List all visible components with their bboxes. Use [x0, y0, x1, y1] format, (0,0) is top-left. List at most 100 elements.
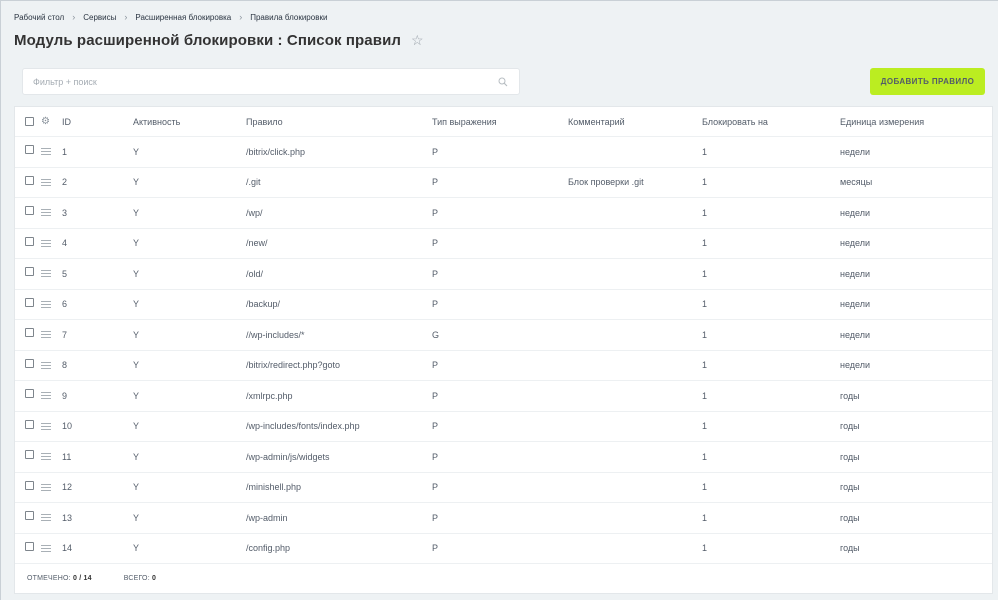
- cell-unit: недели: [840, 268, 871, 279]
- table-row[interactable]: 13 Y /wp-admin P 1 годы: [15, 503, 992, 534]
- table-body: 1 Y /bitrix/click.php P 1 недели 2 Y /.g…: [15, 137, 992, 564]
- cell-type: P: [432, 177, 439, 188]
- breadcrumb-blocking-rules[interactable]: Правила блокировки: [250, 13, 327, 22]
- row-menu-icon[interactable]: [41, 392, 51, 400]
- row-menu-icon[interactable]: [41, 239, 51, 247]
- cell-active: Y: [133, 451, 140, 462]
- cell-rule: //wp-includes/*: [246, 329, 305, 340]
- row-checkbox[interactable]: [25, 236, 34, 246]
- table-row[interactable]: 2 Y /.git P Блок проверки .git 1 месяцы: [15, 168, 992, 198]
- cell-block: 1: [702, 268, 708, 279]
- row-checkbox[interactable]: [25, 480, 34, 490]
- cell-unit: годы: [840, 421, 860, 432]
- breadcrumb-advanced-blocking[interactable]: Расширенная блокировка: [135, 13, 231, 22]
- row-menu-icon[interactable]: [41, 422, 51, 430]
- gear-icon[interactable]: ⚙: [41, 116, 50, 127]
- column-header-type[interactable]: Тип выражения: [432, 107, 497, 136]
- cell-block: 1: [702, 390, 708, 401]
- cell-rule: /.git: [246, 177, 261, 188]
- column-header-rule[interactable]: Правило: [246, 107, 283, 136]
- cell-active: Y: [133, 146, 140, 157]
- checked-label: ОТМЕЧЕНО:: [27, 574, 71, 582]
- column-header-active[interactable]: Активность: [133, 107, 180, 136]
- cell-id: 2: [62, 177, 68, 188]
- cell-rule: /bitrix/click.php: [246, 146, 306, 157]
- row-menu-icon[interactable]: [41, 300, 51, 308]
- table-row[interactable]: 3 Y /wp/ P 1 недели: [15, 198, 992, 229]
- cell-id: 6: [62, 299, 68, 310]
- row-checkbox[interactable]: [25, 358, 34, 368]
- table-row[interactable]: 1 Y /bitrix/click.php P 1 недели: [15, 137, 992, 168]
- search-icon[interactable]: [497, 76, 509, 88]
- cell-rule: /wp-admin/js/widgets: [246, 451, 330, 462]
- row-menu-icon[interactable]: [41, 270, 51, 278]
- cell-type: P: [432, 268, 439, 279]
- row-checkbox[interactable]: [25, 206, 34, 216]
- cell-active: Y: [133, 299, 140, 310]
- row-menu-icon[interactable]: [41, 361, 51, 369]
- row-checkbox[interactable]: [25, 145, 34, 155]
- row-menu-icon[interactable]: [41, 483, 51, 491]
- cell-unit: недели: [840, 238, 871, 249]
- table-row[interactable]: 11 Y /wp-admin/js/widgets P 1 годы: [15, 442, 992, 473]
- table-row[interactable]: 6 Y /backup/ P 1 недели: [15, 290, 992, 320]
- chevron-right-icon: ›: [72, 12, 76, 22]
- column-header-unit[interactable]: Единица измерения: [840, 107, 924, 136]
- column-header-block[interactable]: Блокировать на: [702, 107, 768, 136]
- table-row[interactable]: 8 Y /bitrix/redirect.php?goto P 1 недели: [15, 351, 992, 381]
- row-checkbox[interactable]: [25, 389, 34, 399]
- cell-rule: /bitrix/redirect.php?goto: [246, 360, 341, 371]
- cell-unit: годы: [840, 512, 860, 523]
- add-rule-button[interactable]: ДОБАВИТЬ ПРАВИЛО: [870, 68, 985, 95]
- chevron-right-icon: ›: [239, 12, 243, 22]
- star-icon[interactable]: ☆: [411, 32, 424, 49]
- row-checkbox[interactable]: [25, 419, 34, 429]
- select-all-checkbox[interactable]: [25, 117, 34, 126]
- cell-block: 1: [702, 207, 708, 218]
- cell-active: Y: [133, 482, 140, 493]
- table-row[interactable]: 12 Y /minishell.php P 1 годы: [15, 473, 992, 503]
- row-menu-icon[interactable]: [41, 514, 51, 522]
- table-row[interactable]: 14 Y /config.php P 1 годы: [15, 534, 992, 564]
- cell-unit: недели: [840, 360, 871, 371]
- row-checkbox[interactable]: [25, 511, 34, 521]
- row-checkbox[interactable]: [25, 175, 34, 185]
- column-header-id[interactable]: ID: [62, 107, 71, 136]
- table-row[interactable]: 7 Y //wp-includes/* G 1 недели: [15, 320, 992, 351]
- row-checkbox[interactable]: [25, 267, 34, 277]
- cell-block: 1: [702, 360, 708, 371]
- cell-type: P: [432, 512, 439, 523]
- row-menu-icon[interactable]: [41, 453, 51, 461]
- cell-rule: /config.php: [246, 543, 291, 554]
- row-menu-icon[interactable]: [41, 148, 51, 156]
- cell-type: P: [432, 390, 439, 401]
- cell-id: 13: [62, 512, 73, 523]
- cell-id: 7: [62, 329, 68, 340]
- cell-rule: /minishell.php: [246, 482, 302, 493]
- row-menu-icon[interactable]: [41, 178, 51, 186]
- cell-unit: годы: [840, 543, 860, 554]
- search-input[interactable]: [33, 76, 497, 87]
- row-checkbox[interactable]: [25, 541, 34, 551]
- table-row[interactable]: 10 Y /wp-includes/fonts/index.php P 1 го…: [15, 412, 992, 442]
- cell-rule: /old/: [246, 268, 264, 279]
- cell-active: Y: [133, 268, 140, 279]
- total-count: 0: [152, 574, 157, 582]
- breadcrumb-desktop[interactable]: Рабочий стол: [14, 13, 64, 22]
- cell-block: 1: [702, 329, 708, 340]
- column-header-comment[interactable]: Комментарий: [568, 107, 625, 136]
- breadcrumb-services[interactable]: Сервисы: [83, 13, 116, 22]
- row-checkbox[interactable]: [25, 450, 34, 460]
- cell-block: 1: [702, 512, 708, 523]
- row-menu-icon[interactable]: [41, 209, 51, 217]
- table-row[interactable]: 9 Y /xmlrpc.php P 1 годы: [15, 381, 992, 412]
- table-row[interactable]: 4 Y /new/ P 1 недели: [15, 229, 992, 259]
- table-row[interactable]: 5 Y /old/ P 1 недели: [15, 259, 992, 290]
- row-menu-icon[interactable]: [41, 544, 51, 552]
- cell-unit: годы: [840, 390, 860, 401]
- row-checkbox[interactable]: [25, 328, 34, 338]
- cell-type: P: [432, 421, 439, 432]
- row-menu-icon[interactable]: [41, 331, 51, 339]
- cell-type: P: [432, 482, 439, 493]
- row-checkbox[interactable]: [25, 297, 34, 307]
